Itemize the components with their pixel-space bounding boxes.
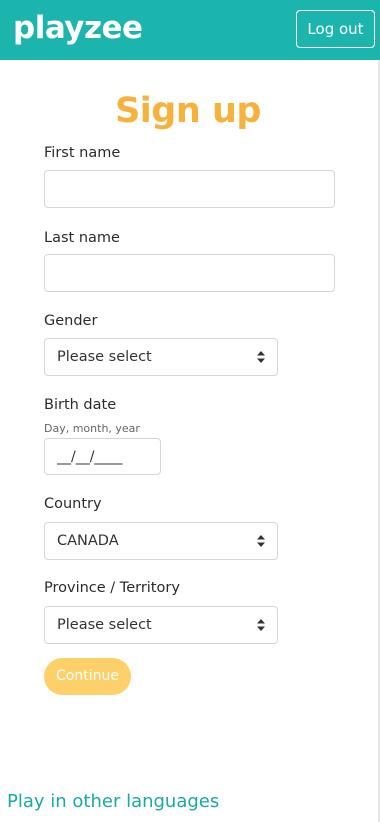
province-select-value: Please select — [57, 617, 152, 633]
other-languages-link[interactable]: Play in other languages — [7, 790, 219, 814]
logout-button[interactable]: Log out — [296, 10, 375, 48]
top-bar: playzee Log out — [0, 0, 380, 60]
page-title: Sign up — [115, 91, 261, 131]
select-arrows-icon — [257, 619, 265, 631]
country-label: Country — [44, 496, 102, 512]
first-name-label: First name — [44, 145, 121, 161]
first-name-input[interactable] — [44, 170, 335, 208]
last-name-input[interactable] — [44, 254, 335, 292]
continue-button[interactable]: Continue — [44, 658, 131, 695]
playzee-logo[interactable]: playzee — [13, 8, 143, 48]
province-label: Province / Territory — [44, 580, 180, 596]
province-select[interactable]: Please select — [44, 606, 278, 644]
country-select[interactable]: CANADA — [44, 522, 278, 560]
last-name-label: Last name — [44, 230, 120, 246]
select-arrows-icon — [257, 535, 265, 547]
birth-date-input[interactable] — [44, 438, 161, 475]
birth-date-hint: Day, month, year — [44, 422, 140, 435]
birth-date-label: Birth date — [44, 397, 117, 413]
gender-select[interactable]: Please select — [44, 338, 278, 376]
country-select-value: CANADA — [57, 533, 119, 549]
gender-label: Gender — [44, 313, 98, 329]
select-arrows-icon — [257, 351, 265, 363]
gender-select-value: Please select — [57, 349, 152, 365]
